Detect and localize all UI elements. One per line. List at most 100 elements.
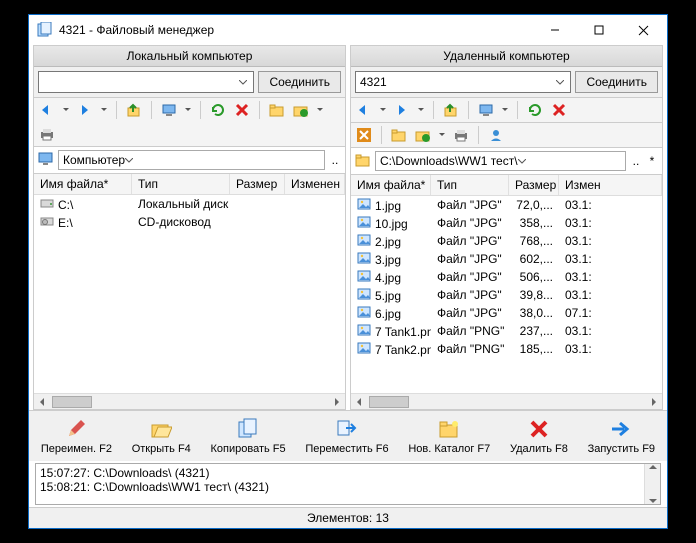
printer-icon[interactable] — [452, 126, 470, 144]
up-folder-icon[interactable] — [442, 101, 460, 119]
scroll-left-icon[interactable] — [351, 395, 367, 409]
col-modified[interactable]: Изменен — [285, 174, 345, 194]
pencil-icon — [64, 417, 88, 441]
cell-modified: 03.1: — [559, 233, 662, 249]
table-row[interactable]: 2.jpgФайл "JPG"768,...03.1: — [351, 232, 662, 250]
cell-type: Файл "JPG" — [431, 215, 509, 231]
folder-sync-icon[interactable] — [414, 126, 432, 144]
printer-icon[interactable] — [38, 125, 56, 143]
rename-button[interactable]: Переимен. F2 — [37, 415, 116, 457]
scroll-right-icon[interactable] — [646, 395, 662, 409]
chevron-down-icon[interactable] — [62, 108, 70, 112]
hscrollbar[interactable] — [351, 393, 662, 409]
scroll-thumb[interactable] — [369, 396, 409, 408]
cell-modified: 03.1: — [559, 269, 662, 285]
table-row[interactable]: 7 Tank1.pngФайл "PNG"237,...03.1: — [351, 322, 662, 340]
delete-button[interactable]: Удалить F8 — [506, 415, 572, 457]
cell-modified: 03.1: — [559, 341, 662, 357]
table-row[interactable]: 3.jpgФайл "JPG"602,...03.1: — [351, 250, 662, 268]
close-tab-icon[interactable] — [355, 126, 373, 144]
open-button[interactable]: Открыть F4 — [128, 415, 195, 457]
folder-open-icon — [149, 417, 173, 441]
col-name[interactable]: Имя файла* — [351, 175, 431, 195]
cell-type: Файл "JPG" — [431, 287, 509, 303]
local-navbar — [34, 98, 345, 147]
computer-icon[interactable] — [160, 101, 178, 119]
drive-icon — [40, 196, 54, 210]
vscrollbar[interactable] — [644, 464, 660, 504]
chevron-down-icon[interactable] — [501, 108, 509, 112]
cell-type: Файл "JPG" — [431, 305, 509, 321]
remote-panel-header: Удаленный компьютер — [351, 46, 662, 67]
local-path-combo[interactable]: Компьютер — [58, 150, 325, 170]
img-icon — [357, 251, 371, 265]
cell-modified: 07.1: — [559, 305, 662, 321]
table-row[interactable]: 6.jpgФайл "JPG"38,0...07.1: — [351, 304, 662, 322]
table-row[interactable]: 5.jpgФайл "JPG"39,8...03.1: — [351, 286, 662, 304]
computer-icon[interactable] — [477, 101, 495, 119]
new-folder-button[interactable]: Нов. Каталог F7 — [404, 415, 494, 457]
cancel-icon[interactable] — [550, 101, 568, 119]
img-icon — [357, 215, 371, 229]
chevron-down-icon[interactable] — [316, 108, 324, 112]
table-row[interactable]: 4.jpgФайл "JPG"506,...03.1: — [351, 268, 662, 286]
filter-link[interactable]: * — [646, 154, 658, 168]
chevron-down-icon[interactable] — [379, 108, 387, 112]
back-icon[interactable] — [38, 101, 56, 119]
col-type[interactable]: Тип — [132, 174, 230, 194]
hscrollbar[interactable] — [34, 393, 345, 409]
scroll-thumb[interactable] — [52, 396, 92, 408]
minimize-button[interactable] — [533, 16, 577, 44]
cell-size: 506,... — [509, 269, 559, 285]
chevron-down-icon — [125, 158, 133, 163]
up-folder-icon[interactable] — [125, 101, 143, 119]
up-link[interactable]: .. — [329, 153, 341, 167]
cell-name: 1.jpg — [351, 196, 431, 214]
cell-name: 2.jpg — [351, 232, 431, 250]
col-modified[interactable]: Измен — [559, 175, 662, 195]
chevron-down-icon — [235, 74, 251, 90]
remote-path-combo[interactable]: C:\Downloads\WW1 тест\ — [375, 151, 626, 171]
forward-icon[interactable] — [393, 101, 411, 119]
copy-button[interactable]: Копировать F5 — [207, 415, 290, 457]
remote-panel: Удаленный компьютер 4321 Соединить — [350, 45, 663, 410]
chevron-down-icon[interactable] — [438, 133, 446, 137]
table-row[interactable]: 1.jpgФайл "JPG"72,0,...03.1: — [351, 196, 662, 214]
col-size[interactable]: Размер — [509, 175, 559, 195]
local-connect-button[interactable]: Соединить — [258, 71, 341, 93]
folder-icon[interactable] — [268, 101, 286, 119]
remote-connect-button[interactable]: Соединить — [575, 71, 658, 93]
remote-navbar-1 — [351, 98, 662, 123]
log-pane: 15:07:27: C:\Downloads\ (4321) 15:08:21:… — [35, 463, 661, 505]
remote-session-combo[interactable]: 4321 — [355, 71, 571, 93]
move-button[interactable]: Переместить F6 — [301, 415, 392, 457]
cancel-icon[interactable] — [233, 101, 251, 119]
col-name[interactable]: Имя файла* — [34, 174, 132, 194]
user-icon[interactable] — [487, 126, 505, 144]
chevron-down-icon[interactable] — [100, 108, 108, 112]
refresh-icon[interactable] — [526, 101, 544, 119]
cell-type: Локальный диск — [132, 196, 230, 212]
scroll-right-icon[interactable] — [329, 395, 345, 409]
table-row[interactable]: 10.jpgФайл "JPG"358,...03.1: — [351, 214, 662, 232]
table-row[interactable]: E:\CD-дисковод — [34, 213, 345, 231]
folder-sync-icon[interactable] — [292, 101, 310, 119]
forward-icon[interactable] — [76, 101, 94, 119]
up-link[interactable]: .. — [630, 154, 642, 168]
maximize-button[interactable] — [577, 16, 621, 44]
cell-name: 6.jpg — [351, 304, 431, 322]
close-button[interactable] — [621, 16, 665, 44]
chevron-down-icon[interactable] — [184, 108, 192, 112]
chevron-down-icon[interactable] — [417, 108, 425, 112]
folder-icon[interactable] — [390, 126, 408, 144]
run-button[interactable]: Запустить F9 — [584, 415, 659, 457]
table-row[interactable]: 7 Tank2.pngФайл "PNG"185,...03.1: — [351, 340, 662, 358]
table-row[interactable]: C:\Локальный диск — [34, 195, 345, 213]
back-icon[interactable] — [355, 101, 373, 119]
scroll-left-icon[interactable] — [34, 395, 50, 409]
col-type[interactable]: Тип — [431, 175, 509, 195]
local-session-combo[interactable] — [38, 71, 254, 93]
refresh-icon[interactable] — [209, 101, 227, 119]
log-line: 15:07:27: C:\Downloads\ (4321) — [40, 466, 656, 480]
col-size[interactable]: Размер — [230, 174, 285, 194]
